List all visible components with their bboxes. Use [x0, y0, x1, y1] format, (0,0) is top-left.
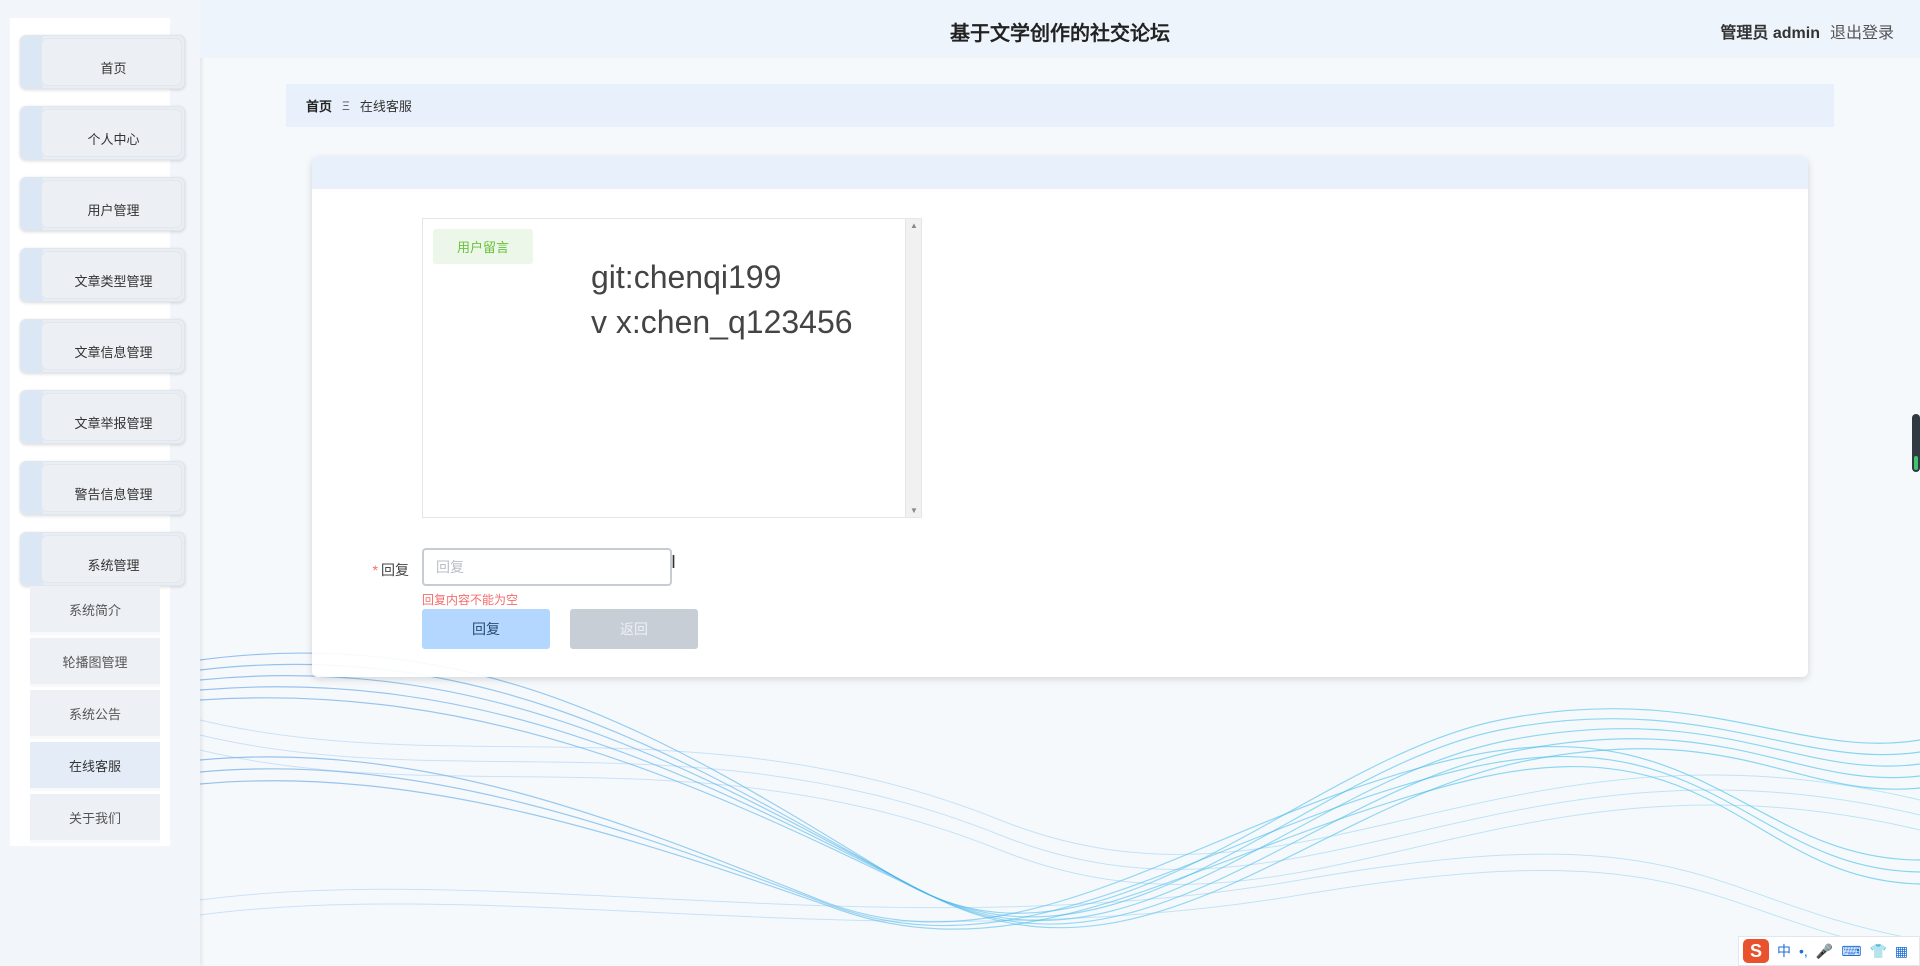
sidebar-item-label: 个人中心: [87, 131, 140, 147]
submenu-item-system-notice[interactable]: 系统公告: [30, 690, 160, 739]
sidebar-item-label: 文章类型管理: [74, 273, 153, 289]
app-title: 基于文学创作的社交论坛: [950, 23, 1170, 45]
breadcrumb-current: 在线客服: [359, 99, 412, 114]
chat-message-line: v x:chen_q123456: [591, 304, 853, 340]
sidebar-item-label: 系统管理: [87, 557, 140, 573]
ime-toolbar: S 中 •, 🎤 ⌨ 👕 ▦: [1738, 936, 1920, 966]
breadcrumb-separator-icon: Ξ: [342, 98, 350, 113]
required-mark: *: [372, 562, 378, 578]
grid-icon[interactable]: ▦: [1895, 943, 1908, 960]
reply-error-message: 回复内容不能为空: [422, 593, 519, 607]
reply-input[interactable]: [422, 548, 672, 586]
submenu-item-online-service[interactable]: 在线客服: [30, 742, 160, 791]
keyboard-icon[interactable]: ⌨: [1841, 943, 1861, 960]
sidebar-item-system-management[interactable]: 系统管理: [20, 532, 185, 586]
breadcrumb-home[interactable]: 首页: [306, 96, 332, 115]
ime-mode-toggle[interactable]: 中: [1777, 941, 1791, 961]
reply-label: * 回复: [364, 560, 409, 580]
submenu-item-system-intro[interactable]: 系统简介: [30, 586, 160, 635]
breadcrumb: 首页 Ξ 在线客服: [286, 84, 1834, 127]
sidebar-item-article-report-management[interactable]: 文章举报管理: [20, 390, 185, 444]
sidebar-item-article-type-management[interactable]: 文章类型管理: [20, 248, 185, 302]
top-header: 基于文学创作的社交论坛 管理员 admin 退出登录: [200, 0, 1920, 58]
service-card: 用户留言 git:chenqi199 v x:chen_q123456 ▲ ▼ …: [312, 157, 1808, 677]
sidebar: 首页 个人中心 用户管理 文章类型管理 文章信息管理 文章举报管理 警告信息管理…: [0, 0, 200, 966]
ime-logo-icon[interactable]: S: [1743, 939, 1769, 963]
reply-button[interactable]: 回复: [422, 609, 550, 649]
ime-punct-toggle[interactable]: •,: [1799, 943, 1808, 959]
submenu-item-carousel-management[interactable]: 轮播图管理: [30, 638, 160, 687]
sidebar-item-label: 首页: [100, 60, 127, 76]
sidebar-item-warning-info-management[interactable]: 警告信息管理: [20, 461, 185, 515]
reply-label-text: 回复: [381, 562, 409, 578]
scroll-down-icon[interactable]: ▼: [910, 506, 918, 515]
submenu-item-about-us[interactable]: 关于我们: [30, 794, 160, 843]
chat-scrollbar[interactable]: ▲ ▼: [905, 219, 921, 517]
sidebar-item-label: 文章举报管理: [74, 415, 153, 431]
chat-message-line: git:chenqi199: [591, 259, 782, 295]
sidebar-item-label: 文章信息管理: [74, 344, 153, 360]
back-button[interactable]: 返回: [570, 609, 698, 649]
text-cursor-icon: I: [671, 552, 677, 572]
sidebar-item-personal-center[interactable]: 个人中心: [20, 106, 185, 160]
sidebar-item-label: 警告信息管理: [74, 486, 153, 502]
chat-history[interactable]: 用户留言 git:chenqi199 v x:chen_q123456 ▲ ▼: [422, 218, 922, 518]
sidebar-item-home[interactable]: 首页: [20, 35, 185, 89]
sidebar-item-article-info-management[interactable]: 文章信息管理: [20, 319, 185, 373]
page-scrollbar[interactable]: [1912, 414, 1920, 472]
scroll-up-icon[interactable]: ▲: [910, 221, 918, 230]
user-message-tag: 用户留言: [433, 229, 534, 264]
card-header: [312, 157, 1808, 189]
sidebar-item-label: 用户管理: [87, 202, 140, 218]
logout-link[interactable]: 退出登录: [1830, 19, 1894, 43]
skin-icon[interactable]: 👕: [1869, 943, 1886, 960]
current-user: 管理员 admin: [1720, 25, 1820, 42]
sidebar-item-user-management[interactable]: 用户管理: [20, 177, 185, 231]
microphone-icon[interactable]: 🎤: [1816, 943, 1833, 960]
